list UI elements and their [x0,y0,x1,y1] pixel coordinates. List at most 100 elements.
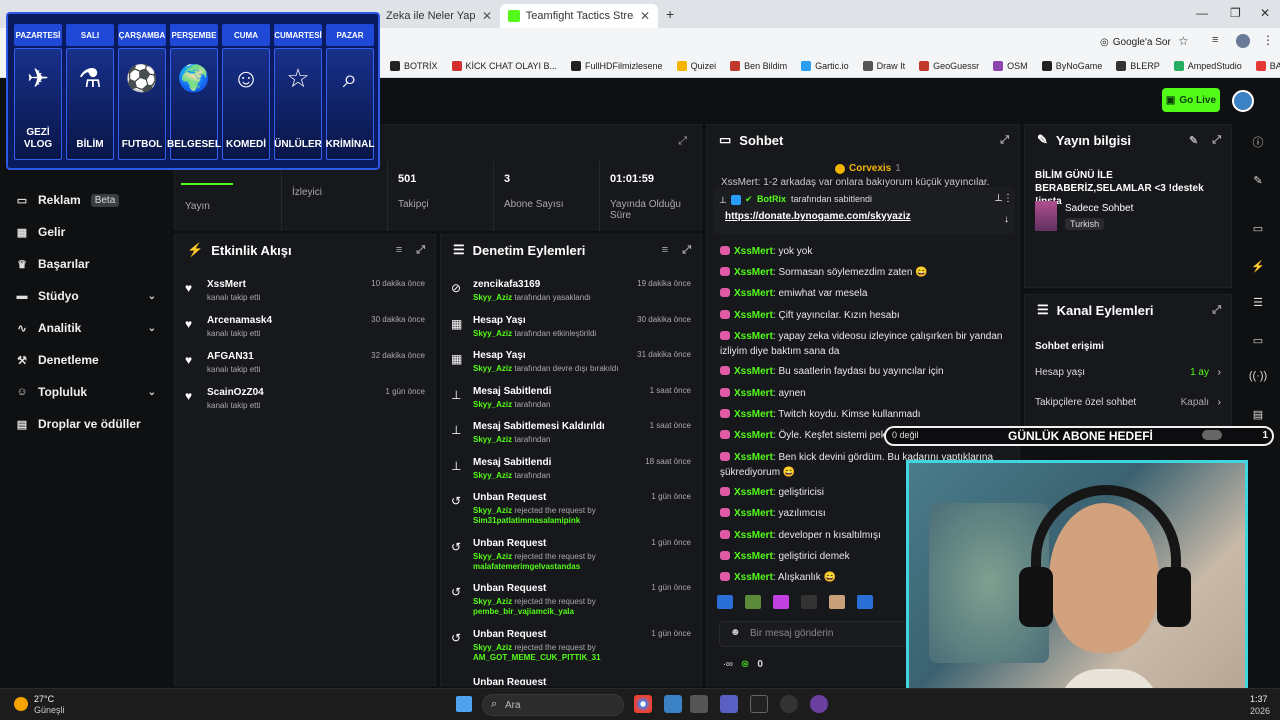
bookmark-item[interactable]: BANDLAB [1255,61,1280,71]
star-bookmark-icon[interactable]: ☆ [1178,34,1189,48]
emote-icon[interactable] [801,595,817,609]
chat-message[interactable]: XssMert: emiwhat var mesela [720,286,1010,301]
chat-username[interactable]: XssMert [734,366,773,377]
more-icon[interactable]: ⋮ [1003,193,1013,204]
sidebar-item[interactable]: ♛ Başarılar [16,257,156,271]
chat-username[interactable]: XssMert [734,388,773,399]
chat-username[interactable]: XssMert [734,310,773,321]
maximize-icon[interactable]: ❐ [1230,6,1241,20]
chat-message[interactable]: XssMert: Çift yayıncılar. Kızın hesabı [720,308,1010,323]
tab-search-icon[interactable]: ≡ [1212,34,1218,46]
moderator-name[interactable]: Skyy_Aziz [473,293,512,302]
chevron-right-icon[interactable]: › [1218,367,1221,378]
chat-message[interactable]: XssMert: Bu saatlerin faydası bu yayıncı… [720,364,1010,379]
stack-icon[interactable]: ▤ [1246,402,1270,426]
bookmark-item[interactable]: ByNoGame [1041,61,1102,71]
chat-username[interactable]: XssMert [734,551,773,562]
close-window-icon[interactable]: ✕ [1260,6,1270,20]
arrow-down-icon[interactable]: ↓ [1004,214,1009,225]
windows-start-icon[interactable] [456,696,472,712]
chevron-down-icon[interactable]: ⌄ [148,291,156,302]
chat-icon[interactable]: ▭ [1246,328,1270,352]
activity-item[interactable]: ♥ Arcenamask4 kanalı takip etti 30 dakika ö… [185,315,425,349]
chat-username[interactable]: XssMert [734,267,773,278]
activity-item[interactable]: ♥ AFGAN31 kanalı takip etti 32 dakika önce [185,351,425,385]
moderation-item[interactable]: ▦ Hesap Yaşı Skyy_Aziz tarafından devre dı… [451,350,691,384]
close-icon[interactable]: ✕ [640,9,650,23]
emote-icon[interactable] [773,595,789,609]
activity-item[interactable]: ♥ XssMert kanalı takip etti 10 dakika önce [185,279,425,313]
bookmark-item[interactable]: KİCK CHAT OLAYI B... [451,61,557,71]
expand-icon[interactable]: ⤢ [678,135,687,148]
activity-item[interactable]: ♥ ScainOzZ04 kanalı takip etti 1 gün önce [185,387,425,421]
stat-tile[interactable]: İzleyici [281,161,387,231]
moderation-item[interactable]: ▦ Hesap Yaşı Skyy_Aziz tarafından etkinleş… [451,315,691,349]
moderator-name[interactable]: Skyy_Aziz [473,435,512,444]
layout-icon[interactable]: ▭ [1246,216,1270,240]
sidebar-item[interactable]: ▦ Gelir [16,225,156,239]
chat-username[interactable]: XssMert [734,572,773,583]
emote-icon[interactable] [829,595,845,609]
chat-message[interactable]: XssMert: aynen [720,386,1010,401]
chat-username[interactable]: XssMert [734,430,773,441]
requester-name[interactable]: Sim31patlatimmasalamipink [473,516,580,525]
chat-username[interactable]: XssMert [734,288,773,299]
app-icon[interactable] [810,695,828,713]
expand-icon[interactable]: ⤢ [1212,304,1221,317]
points-icon[interactable]: ⊛ [741,659,749,670]
taskbar-search[interactable]: ⌕ Ara [482,694,624,716]
chevron-right-icon[interactable]: › [1218,397,1221,408]
broadcast-icon[interactable]: ((·)) [1246,364,1270,388]
chat-username[interactable]: XssMert [734,409,773,420]
stream-tag[interactable]: Turkish [1065,218,1105,230]
chat-message[interactable]: XssMert: Sormasan söylemezdim zaten 😄 [720,265,1010,280]
bookmark-item[interactable]: BOTRİX [390,61,438,71]
bookmark-item[interactable]: BLERP [1116,61,1160,71]
browser-tab[interactable]: Zeka ile Neler Yapabilirsin ✕ [378,4,500,28]
list-icon[interactable]: ☰ [1246,290,1270,314]
moderator-name[interactable]: Skyy_Aziz [473,552,512,561]
emote-icon[interactable] [857,595,873,609]
teams-icon[interactable] [720,695,738,713]
moderator-name[interactable]: Skyy_Aziz [473,643,512,652]
moderation-item[interactable]: ⊘ zencikafa3169 Skyy_Aziz tarafından yasak… [451,279,691,313]
explorer-icon[interactable] [690,695,708,713]
stat-tile[interactable]: 3 Abone Sayısı [493,161,599,231]
google-ask-pill[interactable]: ◎ Google'a Sor [1094,32,1177,52]
expand-icon[interactable]: ⤢ [1000,134,1009,147]
moderator-name[interactable]: Skyy_Aziz [473,329,512,338]
emote-icon[interactable] [717,595,733,609]
requester-name[interactable]: AM_GOT_MEME_CUK_PITTIK_31 [473,653,601,662]
chat-username[interactable]: XssMert [734,331,773,342]
pin-toggle-icon[interactable]: ⊥ [994,193,1003,204]
moderator-name[interactable]: Skyy_Aziz [473,597,512,606]
filter-icon[interactable]: ≡ [396,244,402,257]
moderation-item[interactable]: ↺ Unban Request Skyy_Aziz rejected the req… [451,492,691,526]
emoji-icon[interactable]: ☻ [730,627,741,638]
infinity-icon[interactable]: ∙∞ [723,659,733,670]
chat-message[interactable]: XssMert: Twitch koydu. Kimse kullanmadı [720,407,1010,422]
profile-icon[interactable] [1236,34,1250,48]
expand-icon[interactable]: ⤢ [682,244,691,257]
bookmark-item[interactable]: Gartic.io [801,61,849,71]
app-icon[interactable] [780,695,798,713]
sidebar-item[interactable]: ▤ Droplar ve ödüller [16,417,156,431]
chat-username[interactable]: XssMert [734,487,773,498]
chat-username[interactable]: XssMert [734,452,773,463]
avatar[interactable] [1232,90,1254,112]
chevron-down-icon[interactable]: ⌄ [148,387,156,398]
bookmark-item[interactable]: FullHDFilmizlesene [571,61,663,71]
stat-tile[interactable]: 501 Takipçi [387,161,493,231]
bookmark-item[interactable]: AmpedStudio [1173,61,1242,71]
bookmark-item[interactable]: Quizei [676,61,716,71]
chrome-icon[interactable] [634,695,652,713]
expand-icon[interactable]: ⤢ [416,244,425,257]
chevron-down-icon[interactable]: ⌄ [148,323,156,334]
browser-tab-active[interactable]: Teamfight Tactics Streaming - L ✕ [500,4,658,28]
bookmark-item[interactable]: GeoGuessr [919,61,979,71]
sidebar-item[interactable]: ☺ Topluluk ⌄ [16,385,156,399]
chat-username[interactable]: XssMert [734,508,773,519]
sidebar-item[interactable]: ▭ Reklam Beta [16,193,156,207]
moderation-item[interactable]: ↺ Unban Request Skyy_Aziz rejected the req… [451,629,691,663]
requester-name[interactable]: malafatemerimgelvastandas [473,562,580,571]
